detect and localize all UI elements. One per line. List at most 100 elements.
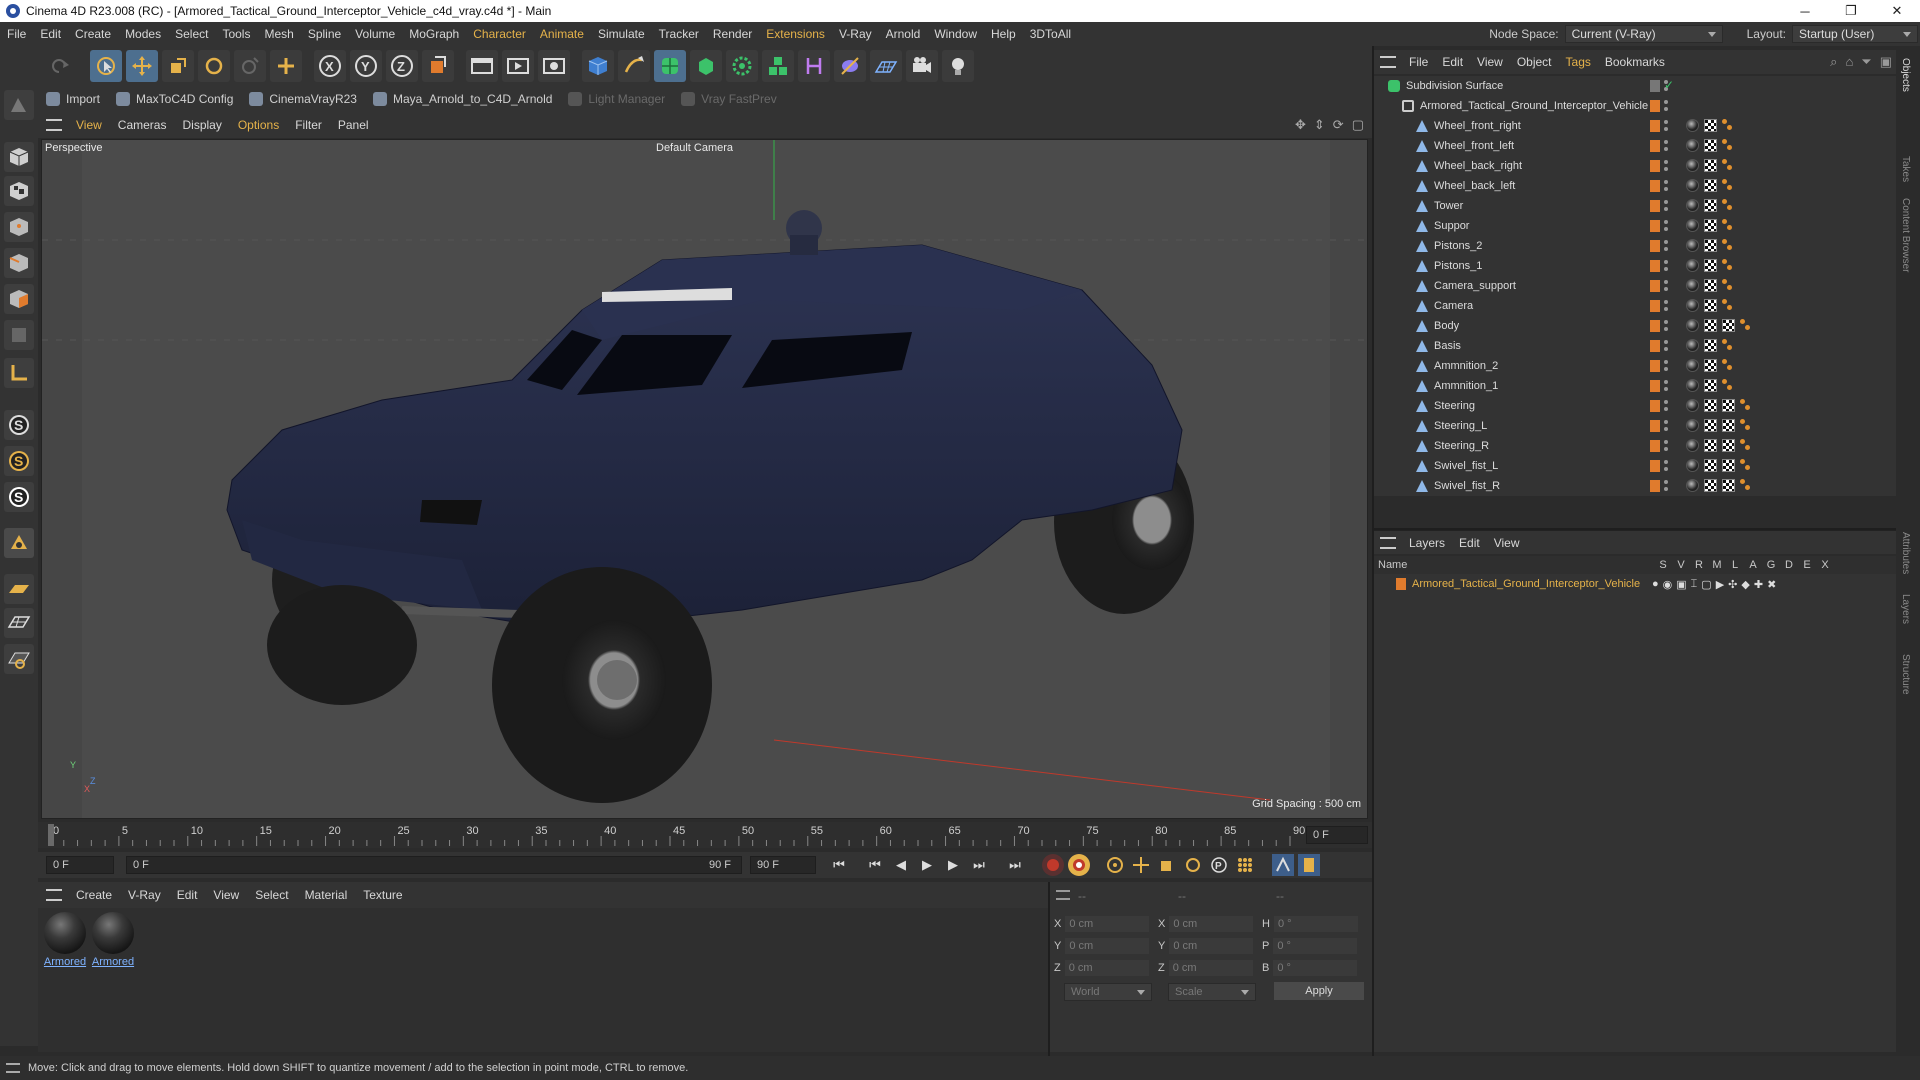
- layer-solo-icon[interactable]: ●: [1652, 578, 1659, 591]
- vray-tag-icon[interactable]: [1722, 279, 1734, 292]
- autokey-icon[interactable]: [1068, 854, 1090, 876]
- viewport-menu-panel[interactable]: Panel: [330, 118, 377, 132]
- layer-color-swatch[interactable]: [1650, 160, 1660, 172]
- rotation-b-field[interactable]: 0 °: [1273, 960, 1358, 976]
- plugin-vray-fastprev[interactable]: Vray FastPrev: [673, 92, 785, 106]
- frame-range-slider[interactable]: 0 F 90 F: [126, 856, 742, 874]
- texture-tag-icon[interactable]: [1704, 219, 1717, 232]
- polygons-mode-icon[interactable]: [4, 284, 34, 314]
- layer-column-a[interactable]: A: [1744, 559, 1762, 571]
- layer-xref-icon[interactable]: ✖: [1767, 578, 1776, 591]
- search-icon[interactable]: ⌕: [1830, 54, 1837, 70]
- visibility-dots[interactable]: [1664, 320, 1668, 332]
- extrude-icon[interactable]: [690, 50, 722, 82]
- layer-color-swatch[interactable]: [1650, 280, 1660, 292]
- object-row[interactable]: Body: [1372, 316, 1896, 336]
- menu-v-ray[interactable]: V-Ray: [832, 27, 879, 41]
- objects-menu-tags[interactable]: Tags: [1559, 55, 1598, 69]
- object-row[interactable]: Swivel_fist_R: [1372, 476, 1896, 496]
- texture-tag-icon[interactable]: [1704, 179, 1717, 192]
- texture-tag-icon[interactable]: [1704, 259, 1717, 272]
- texture-tag-icon[interactable]: [1704, 139, 1717, 152]
- make-editable-icon[interactable]: [4, 90, 34, 120]
- vray-tag-icon[interactable]: [1722, 379, 1734, 392]
- object-row[interactable]: Pistons_1: [1372, 256, 1896, 276]
- layer-name[interactable]: Armored_Tactical_Ground_Interceptor_Vehi…: [1412, 578, 1640, 590]
- material-menu-material[interactable]: Material: [297, 888, 356, 902]
- menu-mesh[interactable]: Mesh: [257, 27, 300, 41]
- viewport-menu-filter[interactable]: Filter: [287, 118, 330, 132]
- layer-row[interactable]: Armored_Tactical_Ground_Interceptor_Vehi…: [1372, 574, 1896, 594]
- edges-mode-icon[interactable]: [4, 248, 34, 278]
- texture-tag-icon[interactable]: [1722, 479, 1735, 492]
- material-menu-edit[interactable]: Edit: [169, 888, 206, 902]
- tab-structure[interactable]: Structure: [1900, 654, 1911, 695]
- visibility-dots[interactable]: [1664, 120, 1668, 132]
- layer-color-swatch[interactable]: [1650, 100, 1660, 112]
- layer-color-swatch[interactable]: [1650, 260, 1660, 272]
- layer-color-swatch[interactable]: [1650, 380, 1660, 392]
- viewport-perspective[interactable]: Perspective Default Camera Grid Spacing …: [41, 139, 1368, 819]
- position-y-field[interactable]: 0 cm: [1065, 938, 1150, 954]
- layer-color-swatch[interactable]: [1650, 480, 1660, 492]
- material-tag-icon[interactable]: [1686, 319, 1699, 332]
- object-hamburger-icon[interactable]: [1380, 56, 1396, 68]
- floor-icon[interactable]: [870, 50, 902, 82]
- mograph-icon[interactable]: [762, 50, 794, 82]
- vray-tag-icon[interactable]: [1722, 239, 1734, 252]
- object-row[interactable]: Subdivision Surface ✓: [1372, 76, 1896, 96]
- layer-color-swatch[interactable]: [1650, 360, 1660, 372]
- vray-tag-icon[interactable]: [1722, 159, 1734, 172]
- material-tag-icon[interactable]: [1686, 399, 1699, 412]
- layer-column-name[interactable]: Name: [1378, 559, 1654, 571]
- timeline-window-icon[interactable]: [1298, 854, 1320, 876]
- lock-y-icon[interactable]: Y: [350, 50, 382, 82]
- new-view-icon[interactable]: ▣: [1880, 54, 1892, 70]
- object-row[interactable]: Steering_L: [1372, 416, 1896, 436]
- layers-menu-layers[interactable]: Layers: [1402, 536, 1452, 550]
- close-button[interactable]: ✕: [1874, 0, 1920, 22]
- light-icon[interactable]: [942, 50, 974, 82]
- texture-tag-icon[interactable]: [1704, 439, 1717, 452]
- vray-tag-icon[interactable]: [1740, 319, 1752, 332]
- layer-column-x[interactable]: X: [1816, 559, 1834, 571]
- material-tag-icon[interactable]: [1686, 459, 1699, 472]
- vray-tag-icon[interactable]: [1740, 459, 1752, 472]
- visibility-dots[interactable]: [1664, 400, 1668, 412]
- material-tag-icon[interactable]: [1686, 359, 1699, 372]
- layer-render-icon[interactable]: ▣: [1676, 578, 1686, 591]
- object-row[interactable]: Wheel_front_right: [1372, 116, 1896, 136]
- menu-extensions[interactable]: Extensions: [759, 27, 832, 41]
- render-view-icon[interactable]: [466, 50, 498, 82]
- axis-mode-icon[interactable]: [4, 358, 34, 388]
- layer-color-swatch[interactable]: [1650, 200, 1660, 212]
- world-dropdown[interactable]: World: [1064, 983, 1152, 1001]
- scale-dropdown[interactable]: Scale: [1168, 983, 1256, 1001]
- timeline-current-frame[interactable]: 0 F: [1306, 826, 1368, 844]
- texture-tag-icon[interactable]: [1722, 439, 1735, 452]
- texture-tag-icon[interactable]: [1704, 399, 1717, 412]
- objects-menu-file[interactable]: File: [1402, 55, 1435, 69]
- objects-menu-view[interactable]: View: [1470, 55, 1510, 69]
- layers-menu-edit[interactable]: Edit: [1452, 536, 1487, 550]
- plugin-light-manager[interactable]: Light Manager: [560, 92, 673, 106]
- tab-takes[interactable]: Takes: [1900, 156, 1911, 182]
- create-tool-icon[interactable]: [270, 50, 302, 82]
- tab-layers[interactable]: Layers: [1900, 594, 1911, 624]
- layer-column-g[interactable]: G: [1762, 559, 1780, 571]
- plugin-import[interactable]: Import: [38, 92, 108, 106]
- texture-mode-icon[interactable]: [4, 176, 34, 206]
- object-row[interactable]: Suppor: [1372, 216, 1896, 236]
- material-menu-create[interactable]: Create: [68, 888, 120, 902]
- render-settings-icon[interactable]: [538, 50, 570, 82]
- layer-color-swatch[interactable]: [1650, 460, 1660, 472]
- size-z-field[interactable]: 0 cm: [1168, 960, 1253, 976]
- node-space-dropdown[interactable]: Current (V-Ray): [1564, 25, 1723, 43]
- layer-color-swatch[interactable]: [1650, 300, 1660, 312]
- pan-view-icon[interactable]: ✥: [1295, 117, 1306, 133]
- vray-tag-icon[interactable]: [1722, 199, 1734, 212]
- status-hamburger-icon[interactable]: [6, 1063, 20, 1073]
- layer-expressions-icon[interactable]: ✚: [1754, 578, 1763, 591]
- visibility-dots[interactable]: [1664, 220, 1668, 232]
- material-tag-icon[interactable]: [1686, 119, 1699, 132]
